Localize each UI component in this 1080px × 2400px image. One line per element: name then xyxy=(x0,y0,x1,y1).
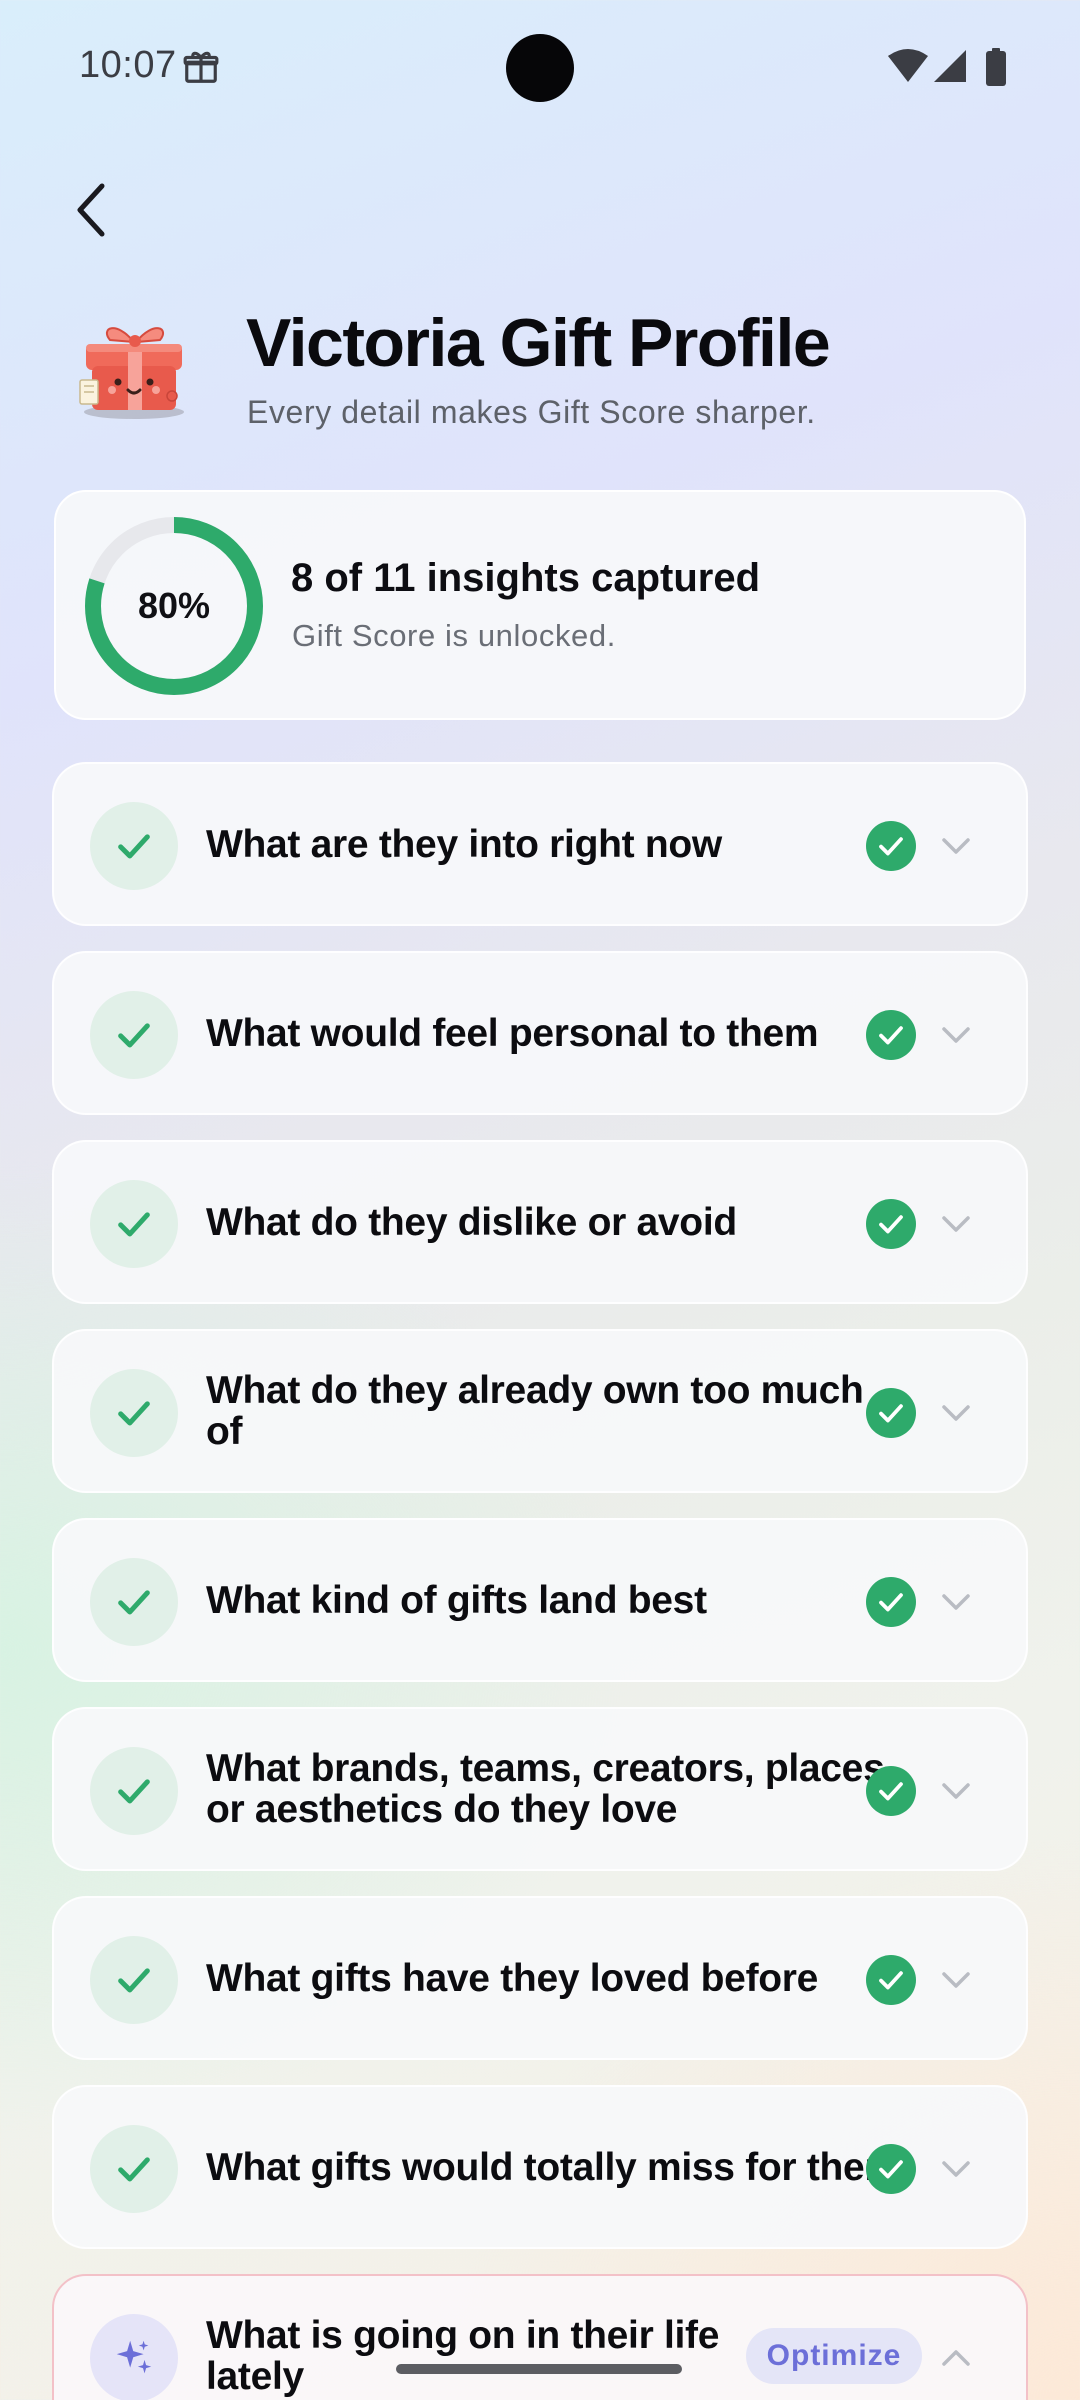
completed-check-icon xyxy=(866,1577,916,1627)
chevron-down-icon[interactable] xyxy=(936,2149,976,2189)
gift-box-mascot-illustration xyxy=(79,327,184,419)
check-icon xyxy=(90,1369,178,1457)
question-card[interactable]: What gifts would totally miss for them xyxy=(52,2085,1028,2249)
completed-check-icon xyxy=(866,1199,916,1249)
question-text: What gifts would totally miss for them xyxy=(206,2145,899,2189)
chevron-down-icon[interactable] xyxy=(936,1771,976,1811)
progress-subtitle: Gift Score is unlocked. xyxy=(292,618,616,653)
completed-check-icon xyxy=(866,821,916,871)
page-title: Victoria Gift Profile xyxy=(246,305,831,381)
check-icon xyxy=(90,2125,178,2213)
progress-percent: 80% xyxy=(137,585,211,626)
completed-check-icon xyxy=(866,1010,916,1060)
progress-title: 8 of 11 insights captured xyxy=(291,556,761,600)
question-card[interactable]: What kind of gifts land best xyxy=(52,1518,1028,1682)
wifi-icon xyxy=(888,49,928,82)
question-card[interactable]: What gifts have they loved before xyxy=(52,1896,1028,2060)
sparkle-icon xyxy=(90,2314,178,2400)
question-text: What is going on in their life lately xyxy=(206,2314,720,2398)
question-card[interactable]: What brands, teams, creators, places, or… xyxy=(52,1707,1028,1871)
progress-card: 80% 8 of 11 insights captured Gift Score… xyxy=(54,490,1026,720)
page-subtitle: Every detail makes Gift Score sharper. xyxy=(247,394,816,430)
status-bar: 10:07 xyxy=(0,0,1080,136)
question-card[interactable]: What do they already own too much of xyxy=(52,1329,1028,1493)
chevron-down-icon[interactable] xyxy=(936,1393,976,1433)
chevron-down-icon[interactable] xyxy=(936,1582,976,1622)
status-time: 10:07 xyxy=(79,44,177,86)
chevron-down-icon[interactable] xyxy=(936,1960,976,2000)
chevron-down-icon[interactable] xyxy=(936,826,976,866)
home-indicator[interactable] xyxy=(396,2364,682,2374)
check-icon xyxy=(90,1747,178,1835)
question-text: What are they into right now xyxy=(206,822,722,866)
question-text: What kind of gifts land best xyxy=(206,1578,707,1622)
question-card[interactable]: What is going on in their life lately Opt… xyxy=(52,2274,1028,2400)
chevron-down-icon[interactable] xyxy=(936,1204,976,1244)
back-arrow-icon xyxy=(77,183,105,237)
question-card[interactable]: What are they into right now xyxy=(52,762,1028,926)
completed-check-icon xyxy=(866,1766,916,1816)
check-icon xyxy=(90,1558,178,1646)
optimize-button[interactable]: Optimize xyxy=(746,2328,922,2384)
question-card[interactable]: What do they dislike or avoid xyxy=(52,1140,1028,1304)
check-icon xyxy=(90,1936,178,2024)
chevron-up-icon[interactable] xyxy=(936,2338,976,2378)
completed-check-icon xyxy=(866,1388,916,1438)
camera-cutout xyxy=(506,34,574,102)
gift-icon xyxy=(183,51,219,83)
question-text: What brands, teams, creators, places, or… xyxy=(206,1747,895,1831)
back-button[interactable] xyxy=(60,178,124,242)
signal-icon xyxy=(934,50,966,82)
check-icon xyxy=(90,1180,178,1268)
question-text: What do they dislike or avoid xyxy=(206,1200,737,1244)
completed-check-icon xyxy=(866,2144,916,2194)
question-text: What would feel personal to them xyxy=(206,1011,819,1055)
question-text: What gifts have they loved before xyxy=(206,1956,819,2000)
check-icon xyxy=(90,802,178,890)
completed-check-icon xyxy=(866,1955,916,2005)
check-icon xyxy=(90,991,178,1079)
battery-icon xyxy=(986,48,1006,86)
question-card[interactable]: What would feel personal to them xyxy=(52,951,1028,1115)
chevron-down-icon[interactable] xyxy=(936,1015,976,1055)
question-text: What do they already own too much of xyxy=(206,1369,864,1453)
